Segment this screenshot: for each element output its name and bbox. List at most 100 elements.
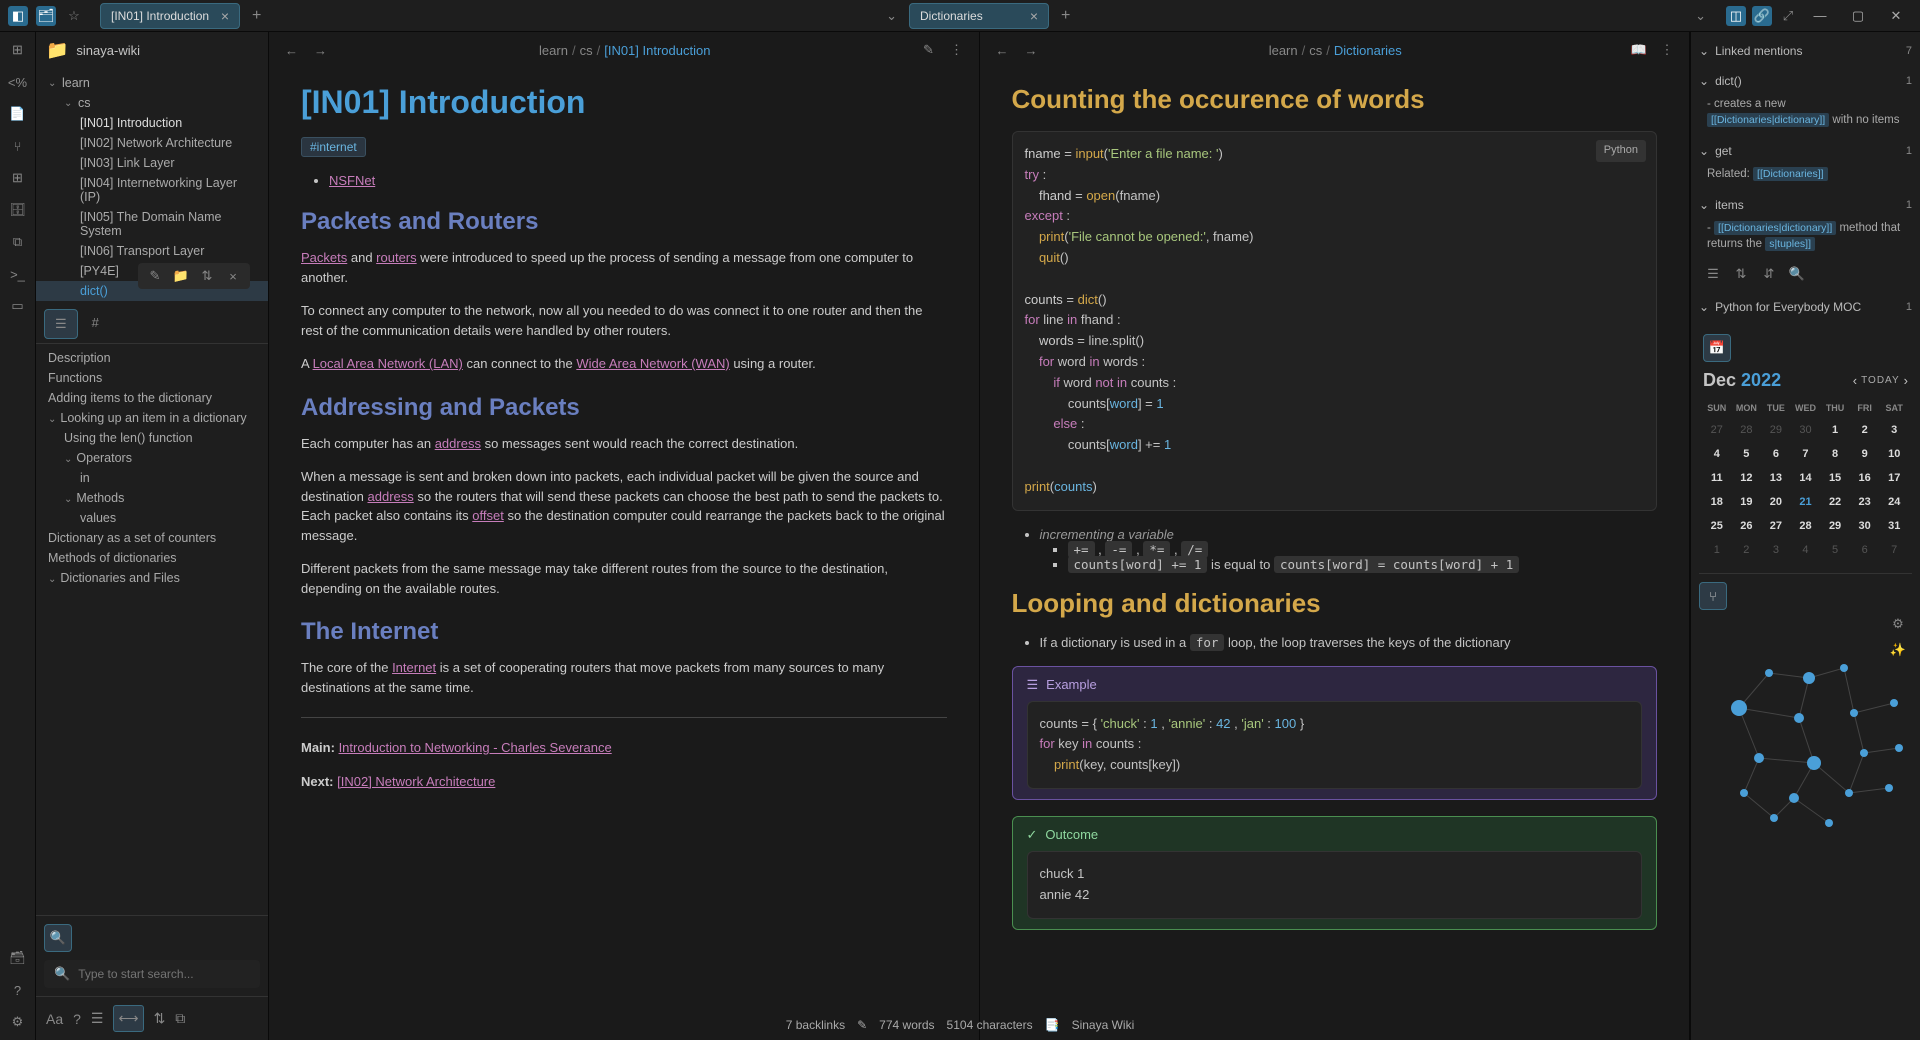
calendar-day[interactable]: 1 [1821,419,1849,441]
vault-icon[interactable]: 🗃 [8,948,28,968]
outline-item[interactable]: Description [36,348,268,368]
terminal-icon[interactable]: >_ [8,264,28,284]
archive-icon[interactable]: 🗄 [8,200,28,220]
panel-left-icon[interactable]: ◧ [8,6,28,26]
outline-item[interactable]: ⌄Dictionaries and Files [36,568,268,588]
chevron-down-icon[interactable]: ⌄ [1691,4,1710,28]
minimize-button[interactable]: — [1804,4,1836,28]
link-wan[interactable]: Wide Area Network (WAN) [576,356,729,371]
link-main[interactable]: Introduction to Networking - Charles Sev… [339,740,612,755]
more-icon[interactable]: ⋮ [1657,40,1677,60]
table-icon[interactable]: ⊞ [8,40,28,60]
close-icon[interactable]: × [221,8,229,24]
search-button[interactable]: 🔍 [44,924,72,952]
calendar-day[interactable]: 7 [1792,443,1820,465]
edit-icon[interactable]: ✎ [146,267,164,285]
back-button[interactable]: ← [992,41,1013,60]
tree-folder-learn[interactable]: ⌄learn [36,73,268,93]
prev-month-button[interactable]: ‹ [1853,373,1857,388]
link-routers[interactable]: routers [376,250,416,265]
copy-icon[interactable]: ⧉ [175,1010,185,1027]
calendar-day[interactable]: 10 [1880,443,1908,465]
calendar-day[interactable]: 30 [1792,419,1820,441]
link-offset[interactable]: offset [472,508,504,523]
calendar-day[interactable]: 9 [1851,443,1879,465]
sort-icon[interactable]: ⇅ [154,1010,166,1027]
calendar-day[interactable]: 2 [1851,419,1879,441]
list-view-button[interactable]: ☰ [44,309,78,339]
tree-item[interactable]: [IN02] Network Architecture [36,133,268,153]
copy-icon[interactable]: ⧉ [8,232,28,252]
search-icon[interactable]: 🔍 [1787,264,1807,284]
note-icon[interactable]: 📄 [8,104,28,124]
calendar-day[interactable]: 21 [1792,491,1820,513]
chevron-down-icon[interactable]: ⌄ [882,4,901,28]
apps-icon[interactable]: ⊞ [8,168,28,188]
calendar-day[interactable]: 6 [1851,539,1879,561]
breadcrumb[interactable]: learn/cs/Dictionaries [1050,43,1622,58]
outline-item[interactable]: ⌄Looking up an item in a dictionary [36,408,268,428]
graph-button[interactable]: ⑂ [1699,582,1727,610]
outline-item[interactable]: Dictionary as a set of counters [36,528,268,548]
close-icon[interactable]: × [1030,8,1038,24]
git-icon[interactable]: ⑂ [8,136,28,156]
linked-mentions-header[interactable]: ⌄Linked mentions7 [1699,40,1912,62]
outline-item[interactable]: in [36,468,268,488]
forward-button[interactable]: → [310,41,331,60]
link-packets[interactable]: Packets [301,250,347,265]
forward-button[interactable]: → [1021,41,1042,60]
tree-item[interactable]: [IN05] The Domain Name System [36,207,268,241]
calendar-day[interactable]: 17 [1880,467,1908,489]
calendar-day[interactable]: 8 [1821,443,1849,465]
outline-item[interactable]: Adding items to the dictionary [36,388,268,408]
calendar-day[interactable]: 3 [1762,539,1790,561]
outline-item[interactable]: Methods of dictionaries [36,548,268,568]
calendar-day[interactable]: 14 [1792,467,1820,489]
star-icon[interactable]: ☆ [64,6,84,26]
link-internet[interactable]: Internet [392,660,436,675]
calendar-day[interactable]: 2 [1733,539,1761,561]
swap-icon[interactable]: ⇅ [1731,264,1751,284]
sort-icon[interactable]: ⇅ [198,267,216,285]
calendar-day[interactable]: 30 [1851,515,1879,537]
mention-dict[interactable]: ⌄dict()1 [1699,70,1912,92]
outline-item[interactable]: values [36,508,268,528]
edit-icon[interactable]: ✎ [919,40,939,60]
calendar-day[interactable]: 29 [1762,419,1790,441]
help-icon[interactable]: ? [73,1011,81,1027]
calendar-day[interactable]: 26 [1733,515,1761,537]
list-icon[interactable]: ☰ [91,1010,104,1027]
calendar-day[interactable]: 11 [1703,467,1731,489]
more-icon[interactable]: ⋮ [947,40,967,60]
calendar-day[interactable]: 25 [1703,515,1731,537]
graph-view[interactable] [1699,618,1912,838]
calendar-button[interactable]: 📅 [1703,334,1731,362]
wand-icon[interactable]: ✨ [1888,640,1908,660]
font-icon[interactable]: Aa [46,1011,63,1027]
calendar-day[interactable]: 28 [1733,419,1761,441]
calendar-day[interactable]: 4 [1703,443,1731,465]
calendar-day[interactable]: 1 [1703,539,1731,561]
list-icon[interactable]: ☰ [1703,264,1723,284]
tab-introduction[interactable]: [IN01] Introduction × [100,3,240,29]
outline-item[interactable]: Functions [36,368,268,388]
search-input[interactable] [78,967,250,981]
add-tab-button[interactable]: + [244,3,269,29]
link-next[interactable]: [IN02] Network Architecture [337,774,495,789]
close-icon[interactable]: × [224,267,242,285]
tree-item[interactable]: [IN04] Internetworking Layer (IP) [36,173,268,207]
link-address[interactable]: address [435,436,481,451]
today-button[interactable]: TODAY [1861,375,1900,386]
mention-items[interactable]: ⌄items1 [1699,194,1912,216]
ruler-icon[interactable]: ⟷ [113,1005,143,1032]
breadcrumb[interactable]: learn/cs/[IN01] Introduction [339,43,911,58]
tree-folder-cs[interactable]: ⌄cs [36,93,268,113]
tree-item[interactable]: [IN03] Link Layer [36,153,268,173]
calendar-day[interactable]: 27 [1762,515,1790,537]
calendar-day[interactable]: 31 [1880,515,1908,537]
mention-get[interactable]: ⌄get1 [1699,140,1912,162]
add-tab-button[interactable]: + [1053,3,1078,29]
tab-dictionaries[interactable]: Dictionaries × [909,3,1049,29]
calendar-day[interactable]: 28 [1792,515,1820,537]
link-lan[interactable]: Local Area Network (LAN) [313,356,463,371]
